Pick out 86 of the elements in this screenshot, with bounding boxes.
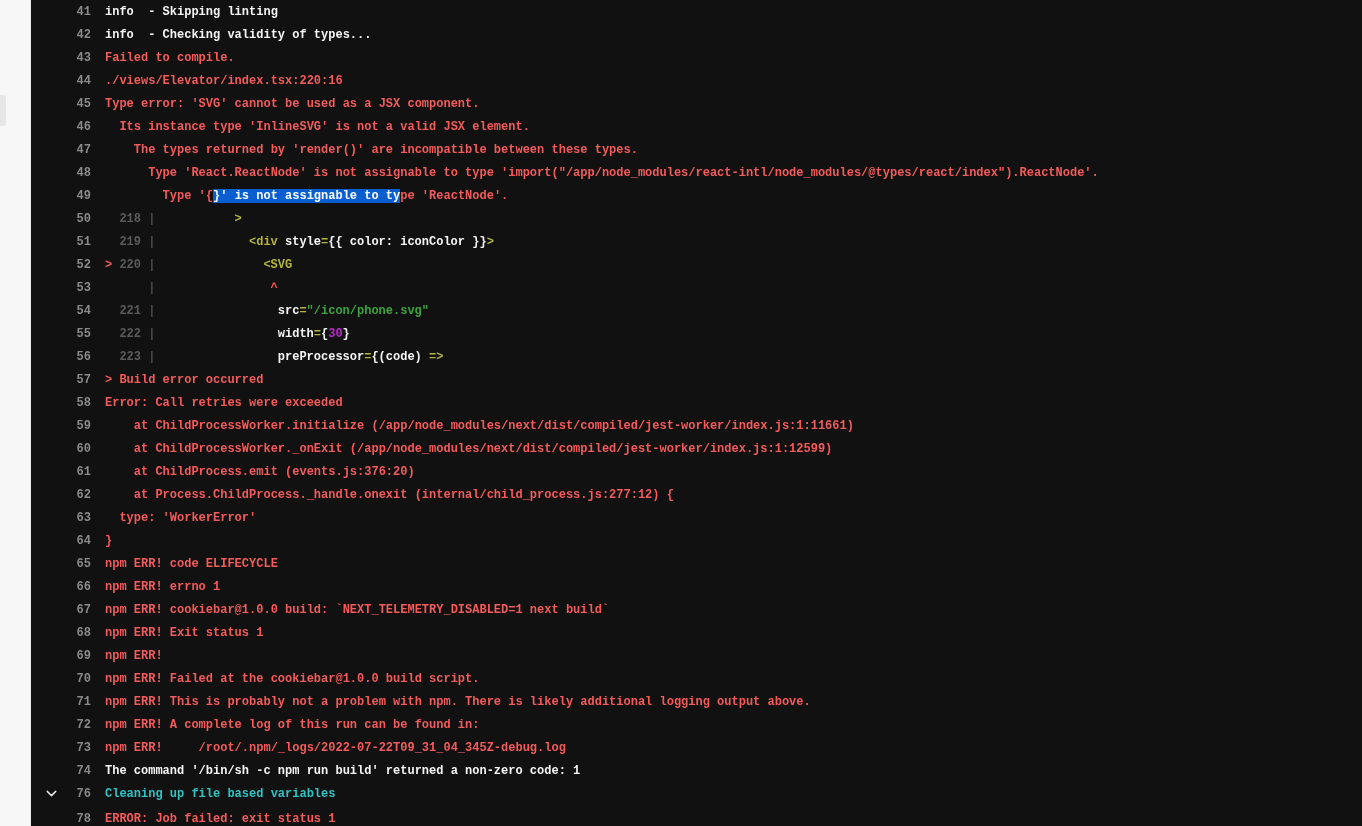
log-text: at ChildProcessWorker._onExit (/app/node_modules/next/dist/compiled/jest-worker/index.js:1:12599) — [132, 440, 833, 458]
pipe-symbol: | — [148, 256, 156, 274]
log-text: info - Checking validity of types... — [105, 26, 372, 44]
log-text: > Build error occurred — [105, 371, 264, 389]
line-number: 58 — [76, 394, 91, 412]
line-number: 45 — [76, 95, 91, 113]
source-line-number: 221 — [119, 303, 141, 318]
log-text: src="/icon/phone.svg" — [276, 302, 429, 320]
line-number: 50 — [76, 210, 91, 228]
line-number: 44 — [76, 72, 91, 90]
log-text: npm ERR! errno 1 — [105, 578, 221, 596]
line-number: 41 — [76, 3, 91, 21]
log-text: ERROR: Job failed: exit status 1 — [105, 810, 336, 826]
log-text: Error: Call retries were exceeded — [105, 394, 343, 412]
log-text: npm ERR! cookiebar@1.0.0 build: `NEXT_TELEMETRY_DISABLED=1 next build` — [105, 601, 610, 619]
pipe-symbol: | — [148, 348, 156, 366]
line-number: 76 — [76, 785, 91, 803]
log-text: info - Skipping linting — [105, 3, 278, 21]
source-line-number: 220 — [119, 257, 141, 272]
line-number: 49 — [76, 187, 91, 205]
log-text: > — [233, 210, 242, 228]
log-text: } — [105, 532, 113, 550]
line-number: 47 — [76, 141, 91, 159]
line-number: 51 — [76, 233, 91, 251]
line-number: 65 — [76, 555, 91, 573]
line-number: 48 — [76, 164, 91, 182]
pipe-symbol: | — [148, 302, 156, 320]
log-text: Failed to compile. — [105, 49, 235, 67]
line-number: 43 — [76, 49, 91, 67]
line-number: 78 — [76, 810, 91, 826]
log-text: npm ERR! /root/.npm/_logs/2022-07-22T09_31_04_345Z-debug.log — [105, 739, 566, 757]
line-number: 57 — [76, 371, 91, 389]
source-line-number: 222 — [119, 326, 141, 341]
pipe-symbol: | — [148, 233, 156, 251]
line-number: 53 — [76, 279, 91, 297]
line-number: 54 — [76, 302, 91, 320]
log-text: ./views/Elevator/index.tsx:220:16 — [105, 72, 343, 90]
log-text: Cleaning up file based variables — [105, 785, 336, 803]
log-text: npm ERR! Failed at the cookiebar@1.0.0 build script. — [105, 670, 480, 688]
log-text: npm ERR! A complete log of this run can be found in: — [105, 716, 480, 734]
log-text: Type error: 'SVG' cannot be used as a JSX component. — [105, 95, 480, 113]
line-number: 42 — [76, 26, 91, 44]
line-number: 74 — [76, 762, 91, 780]
log-text: <SVG — [262, 256, 293, 274]
log-text: The types returned by 'render()' are incompatible between these types. — [132, 141, 638, 159]
pipe-symbol: | — [148, 210, 156, 228]
line-number: 68 — [76, 624, 91, 642]
log-text: width={30} — [276, 325, 350, 343]
line-number: 59 — [76, 417, 91, 435]
log-text: at ChildProcess.emit (events.js:376:20) — [132, 463, 415, 481]
pipe-symbol: | — [148, 325, 156, 343]
line-number: 56 — [76, 348, 91, 366]
line-number: 66 — [76, 578, 91, 596]
log-text: npm ERR! — [105, 647, 163, 665]
log-text: Type 'React.ReactNode' is not assignable to type 'import("/app/node_modules/react-intl/node_modules/@types/react/index").ReactNode'. — [147, 164, 1099, 182]
log-text: type: 'WorkerError' — [118, 509, 257, 527]
log-text: Its instance type 'InlineSVG' is not a valid JSX element. — [118, 118, 530, 136]
line-number: 63 — [76, 509, 91, 527]
log-text: preProcessor={(code) => — [276, 348, 444, 366]
line-number: 46 — [76, 118, 91, 136]
log-text: <div style={{ color: iconColor }}> — [247, 233, 494, 251]
source-line-number: 218 — [119, 211, 141, 226]
log-text: ^ — [269, 279, 278, 297]
line-number: 70 — [76, 670, 91, 688]
line-number: 71 — [76, 693, 91, 711]
line-number: 55 — [76, 325, 91, 343]
log-text: npm ERR! Exit status 1 — [105, 624, 264, 642]
log-text: at Process.ChildProcess._handle.onexit (internal/child_process.js:277:12) { — [132, 486, 674, 504]
log-text: at ChildProcessWorker.initialize (/app/node_modules/next/dist/compiled/jest-worker/index.js:1:11661) — [132, 417, 854, 435]
error-pointer: > — [105, 257, 113, 272]
log-text: The command '/bin/sh -c npm run build' returned a non-zero code: 1 — [105, 762, 581, 780]
line-number: 72 — [76, 716, 91, 734]
line-number: 52 — [76, 256, 91, 274]
source-line-number: 223 — [119, 349, 141, 364]
log-text: npm ERR! code ELIFECYCLE — [105, 555, 278, 573]
line-number: 62 — [76, 486, 91, 504]
line-number: 60 — [76, 440, 91, 458]
pipe-symbol: | — [148, 279, 156, 297]
log-text: Type '{}' is not assignable to type 'ReactNode'. — [161, 187, 509, 205]
log-text: npm ERR! This is probably not a problem with npm. There is likely additional logging output above. — [105, 693, 811, 711]
line-number: 73 — [76, 739, 91, 757]
source-line-number: 219 — [119, 234, 141, 249]
line-number: 61 — [76, 463, 91, 481]
line-number: 67 — [76, 601, 91, 619]
line-number: 64 — [76, 532, 91, 550]
line-number: 69 — [76, 647, 91, 665]
